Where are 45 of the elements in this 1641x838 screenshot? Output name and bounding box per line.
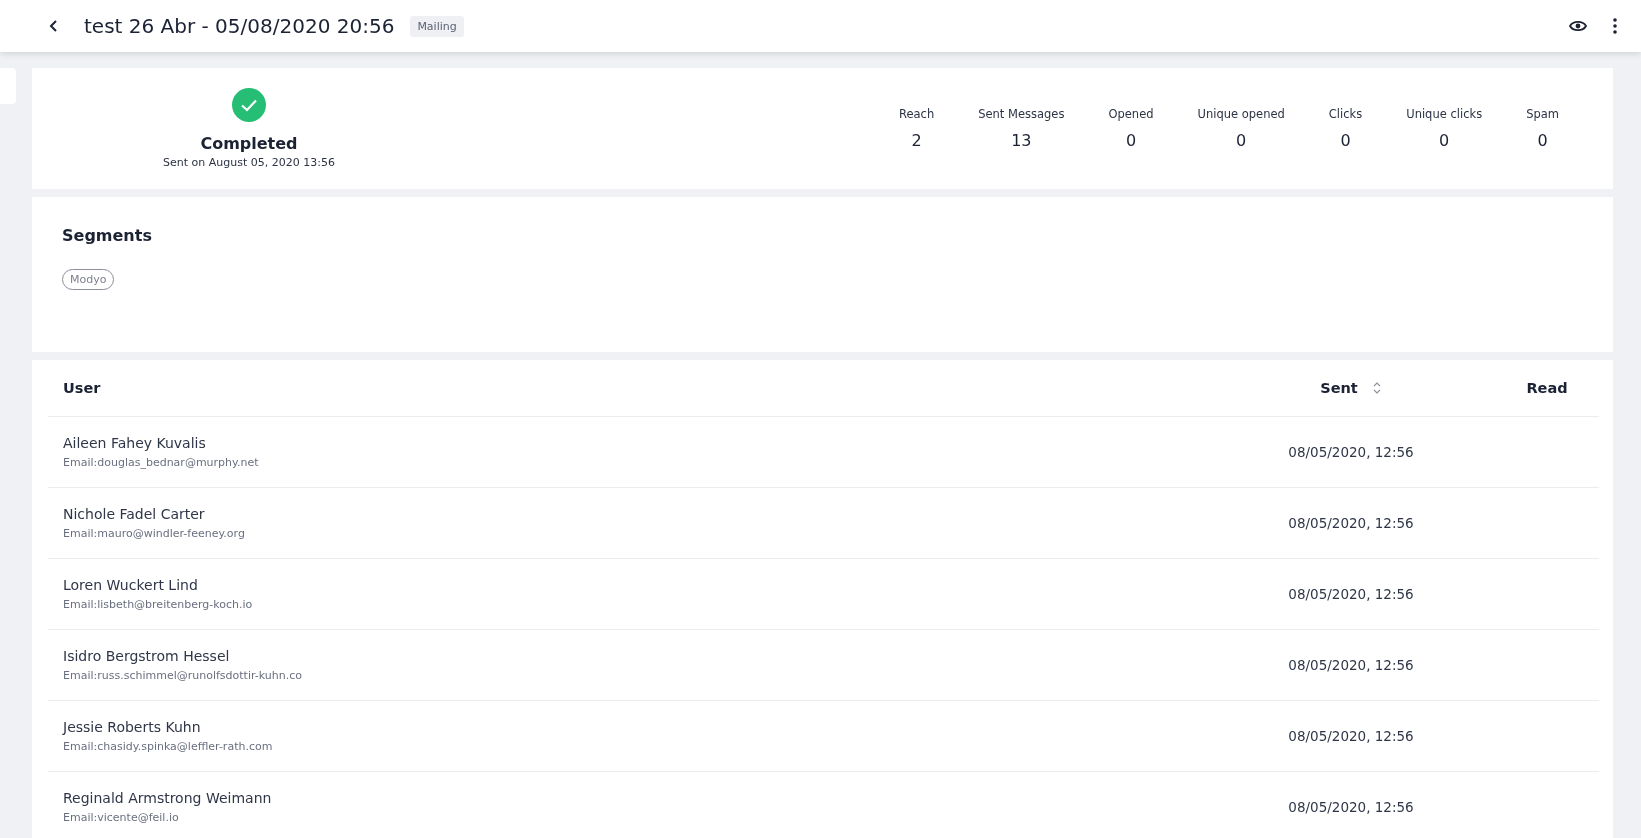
column-header: Read <box>1526 380 1568 396</box>
user-name: Reginald Armstrong Weimann <box>63 790 273 806</box>
type-badge: Mailing <box>410 15 464 37</box>
sent-date: Sent on August 05, 2020 13:56 <box>163 156 335 169</box>
user-name: Isidro Bergstrom Hessel <box>63 648 231 664</box>
section-title: Segments <box>62 226 153 245</box>
user-name: Jessie Roberts Kuhn <box>63 719 202 735</box>
user-name: Loren Wuckert Lind <box>63 577 199 593</box>
sent-date-cell: 08/05/2020, 12:56 <box>1288 586 1414 602</box>
stat-value: 0 <box>1340 131 1351 150</box>
stat-label: Sent Messages <box>978 107 1065 121</box>
sent-date-cell: 08/05/2020, 12:56 <box>1288 515 1414 531</box>
sent-date-cell: 08/05/2020, 12:56 <box>1288 728 1414 744</box>
stat-value: 0 <box>1537 131 1548 150</box>
stat-value: 0 <box>1125 131 1137 150</box>
kebab-menu-icon <box>1613 18 1617 34</box>
sent-date-cell: 08/05/2020, 12:56 <box>1288 799 1414 815</box>
user-name: Nichole Fadel Carter <box>63 506 206 522</box>
page-title: test 26 Abr - 05/08/2020 20:56 <box>84 14 395 38</box>
user-email: Email:chasidy.spinka@leffler-rath.com <box>63 740 274 753</box>
stat-value: 13 <box>1011 131 1032 150</box>
user-email: Email:vicente@feil.io <box>63 811 180 824</box>
stat-label: Unique clicks <box>1406 107 1483 121</box>
stat-label: Clicks <box>1328 107 1363 121</box>
sent-date-cell: 08/05/2020, 12:56 <box>1288 657 1414 673</box>
user-email: Email:lisbeth@breitenberg-koch.io <box>63 598 254 611</box>
column-header[interactable]: Sent <box>1320 380 1358 396</box>
sort-icon[interactable] <box>1371 380 1382 396</box>
chevron-left-icon <box>48 19 60 33</box>
stat-label: Opened <box>1108 107 1154 121</box>
check-circle-icon <box>232 88 266 122</box>
stat-label: Unique opened <box>1197 107 1285 121</box>
stat-value: 2 <box>911 131 922 150</box>
user-email: Email:douglas_bednar@murphy.net <box>63 456 260 469</box>
status-label: Completed <box>200 134 298 153</box>
eye-icon <box>1569 19 1587 33</box>
column-header: User <box>63 380 101 396</box>
user-email: Email:russ.schimmel@runolfsdottir-kuhn.co <box>63 669 303 682</box>
stat-label: Spam <box>1526 107 1559 121</box>
stat-value: 0 <box>1439 131 1450 150</box>
sent-date-cell: 08/05/2020, 12:56 <box>1288 444 1414 460</box>
stat-label: Reach <box>898 107 935 121</box>
user-email: Email:mauro@windler-feeney.org <box>63 527 246 540</box>
user-name: Aileen Fahey Kuvalis <box>63 435 207 451</box>
stat-value: 0 <box>1236 131 1247 150</box>
